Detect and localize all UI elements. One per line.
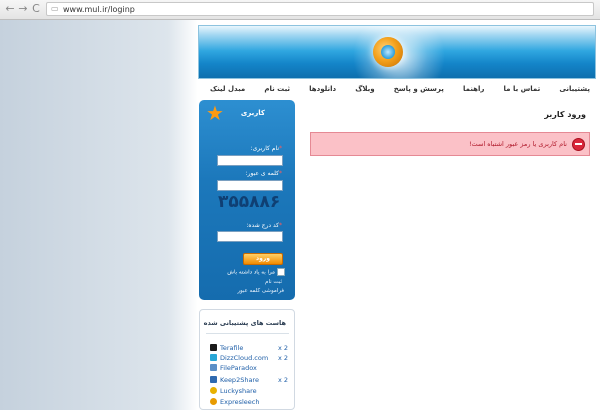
required-mark: * [279, 222, 282, 229]
keep2share-icon [210, 376, 217, 383]
host-name[interactable]: Terafile [220, 343, 243, 353]
username-field[interactable] [217, 155, 283, 166]
nav-item-help[interactable]: راهنما [463, 85, 484, 97]
nav-item-link-converter[interactable]: مبدل لینک [210, 85, 245, 97]
error-message: نام کاربری یا رمز عبور اشتباه است! [468, 140, 567, 148]
required-mark: * [279, 170, 282, 177]
star-icon: ★ [206, 101, 224, 125]
host-count: x 2 [277, 344, 288, 352]
host-item[interactable]: DizzCloud.com x 2 [210, 353, 288, 363]
password-field[interactable] [217, 180, 283, 191]
luckyshare-icon [210, 387, 217, 394]
divider [206, 333, 289, 334]
host-name[interactable]: FileParadox [220, 363, 257, 373]
captcha-label-text: کد درج شده: [246, 222, 279, 229]
page-title: ورود کاربر [544, 110, 586, 119]
username-label: *نام کاربری: [251, 145, 282, 152]
site-logo-icon[interactable] [373, 37, 403, 67]
nav-item-contact[interactable]: تماس با ما [504, 85, 541, 97]
hosts-panel-title: هاست های پشتیبانی شده [203, 319, 286, 327]
remember-me-row[interactable]: مرا به یاد داشته باش [227, 268, 285, 276]
required-mark: * [279, 145, 282, 152]
terafile-icon [210, 344, 217, 351]
captcha-image: ۳۵۵۸۸۶ [218, 192, 281, 212]
host-name[interactable]: Keep2Share [220, 375, 259, 385]
nav-item-faq[interactable]: پرسش و پاسخ [394, 85, 444, 97]
dizzcloud-icon [210, 354, 217, 361]
password-label-text: کلمه ی عبور: [245, 170, 279, 177]
nav-item-support[interactable]: پشتیبانی [559, 85, 590, 97]
expresleech-icon [210, 398, 217, 405]
forward-button[interactable]: → [17, 3, 29, 15]
url-text[interactable]: www.mul.ir/loginp [63, 4, 135, 15]
site-banner [198, 25, 596, 79]
error-alert: نام کاربری یا رمز عبور اشتباه است! [310, 132, 590, 156]
captcha-field[interactable] [217, 231, 283, 242]
host-item[interactable]: Expresleech [210, 397, 288, 407]
captcha-label: *کد درج شده: [246, 222, 282, 229]
remember-label: مرا به یاد داشته باش [227, 269, 275, 276]
error-icon [572, 138, 585, 151]
host-name[interactable]: Expresleech [220, 397, 260, 407]
login-button[interactable]: ورود [243, 253, 283, 265]
remember-checkbox[interactable] [277, 268, 285, 276]
password-label: *کلمه ی عبور: [246, 170, 282, 177]
host-item[interactable]: Luckyshare [210, 386, 288, 396]
forgot-password-link[interactable]: فراموشی کلمه عبور [237, 288, 284, 294]
page-icon: ▭ [51, 4, 59, 13]
supported-hosts-panel: هاست های پشتیبانی شده Terafile x 2 DizzC… [199, 309, 295, 410]
host-count: x 2 [277, 354, 288, 362]
host-count: x 2 [277, 376, 288, 384]
nav-item-register[interactable]: ثبت نام [264, 85, 290, 97]
host-name[interactable]: Luckyshare [220, 386, 257, 396]
fileparadox-icon [210, 364, 217, 371]
address-bar[interactable]: ▭ www.mul.ir/loginp [46, 2, 594, 16]
nav-item-blog[interactable]: وبلاگ [355, 85, 374, 97]
logo-core [381, 45, 395, 59]
host-item[interactable]: FileParadox [210, 363, 288, 373]
back-button[interactable]: ← [4, 3, 16, 15]
reload-button[interactable]: C [30, 3, 42, 15]
host-name[interactable]: DizzCloud.com [220, 353, 268, 363]
register-link[interactable]: ثبت نام [265, 279, 282, 285]
browser-toolbar: ← → C ▭ www.mul.ir/loginp [0, 0, 600, 20]
top-navigation: پشتیبانی تماس با ما راهنما پرسش و پاسخ و… [210, 85, 590, 97]
username-label-text: نام کاربری: [250, 145, 279, 152]
nav-item-downloads[interactable]: دانلودها [309, 85, 336, 97]
host-item[interactable]: Keep2Share x 2 [210, 375, 288, 385]
host-item[interactable]: Terafile x 2 [210, 343, 288, 353]
login-panel-title: کاربری [240, 109, 265, 117]
